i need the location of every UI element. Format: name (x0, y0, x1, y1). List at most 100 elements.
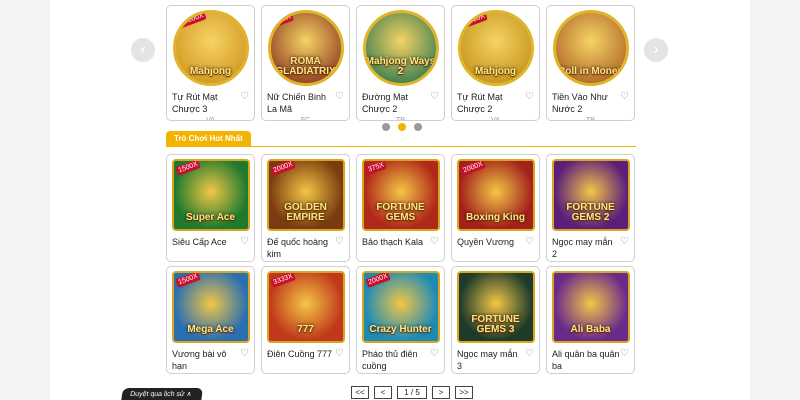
heart-icon[interactable]: ♡ (430, 91, 440, 103)
game-title: Ngọc may mắn 3 (457, 349, 518, 371)
game-title: Ali quân ba quân ba (552, 349, 620, 371)
section-header: Trò Chơi Hot Nhất (166, 131, 636, 147)
game-title: Đế quốc hoàng kim (267, 237, 329, 259)
multiplier-badge: 1500X (174, 273, 201, 288)
game-thumbnail[interactable]: 1500X Super Ace (171, 159, 250, 231)
multiplier-badge: 2000X (459, 161, 486, 176)
pagination: << < 1 / 5 > >> (351, 386, 473, 399)
game-logo-text: 777 (297, 324, 314, 335)
hot-game-card[interactable]: 2000X GOLDEN EMPIRE Đế quốc hoàng kim ♡ (261, 154, 350, 262)
game-thumbnail[interactable]: 10000X Mahjong (172, 10, 249, 86)
game-logo-text: Super Ace (185, 212, 236, 223)
carousel-game-card[interactable]: 200X ROMA GLADIATRIX Nữ Chiến Binh La Mã ♡ F… (261, 5, 350, 121)
game-title: Đường Mạt Chược 2 (362, 92, 408, 114)
carousel-dot[interactable] (382, 123, 390, 131)
game-title: Ngọc may mắn 2 (552, 237, 613, 259)
game-logo-text: Mahjong (189, 66, 232, 77)
game-title: Quyền Vương (457, 237, 514, 247)
game-thumbnail[interactable]: 375X FORTUNE GEMS (361, 159, 440, 231)
heart-icon[interactable]: ♡ (240, 91, 250, 103)
carousel-prev-button[interactable]: ‹ (131, 38, 155, 62)
game-title: Pháo thủ điên cuồng (362, 349, 418, 371)
carousel-dot[interactable] (398, 123, 406, 131)
multiplier-badge: 3333X (269, 273, 296, 288)
game-logo-text: Mahjong Ways 2 (365, 56, 436, 77)
heart-icon[interactable]: ♡ (525, 348, 535, 360)
game-thumbnail[interactable]: 200X ROMA GLADIATRIX (267, 10, 344, 86)
pagination-current-page: 1 / 5 (397, 386, 427, 399)
multiplier-badge: 10000X (176, 13, 207, 29)
game-thumbnail[interactable]: Mahjong Ways 2 (362, 10, 439, 86)
game-thumbnail[interactable]: 2000X Crazy Hunter (361, 271, 440, 343)
heart-icon[interactable]: ♡ (335, 236, 345, 248)
hot-game-card[interactable]: 1500X Super Ace Siêu Cấp Ace ♡ (166, 154, 255, 262)
game-title: Vương bài vô hạn (172, 349, 227, 371)
heart-icon[interactable]: ♡ (240, 236, 250, 248)
multiplier-badge: 375X (364, 161, 387, 176)
hot-game-card[interactable]: 1500X Mega Ace Vương bài vô hạn ♡ (166, 266, 255, 374)
hot-game-card[interactable]: 2000X Boxing King Quyền Vương ♡ (451, 154, 540, 262)
game-thumbnail[interactable]: FORTUNE GEMS 2 (551, 159, 630, 231)
game-logo-text: Roll in Money (558, 66, 623, 77)
multiplier-badge: 1500X (174, 161, 201, 176)
heart-icon[interactable]: ♡ (335, 91, 345, 103)
game-provider: TP (586, 117, 595, 121)
game-logo-text: Mega Ace (187, 324, 234, 335)
hot-game-card[interactable]: 2000X Crazy Hunter Pháo thủ điên cuồng ♡ (356, 266, 445, 374)
game-provider: FC (300, 117, 311, 121)
history-tab-button[interactable]: Duyệt qua lịch sử ∧ (121, 388, 203, 400)
carousel-dots (382, 123, 422, 131)
game-logo-text: Mahjong (474, 66, 517, 77)
game-thumbnail[interactable]: 2000X GOLDEN EMPIRE (266, 159, 345, 231)
multiplier-badge: 2000X (364, 273, 391, 288)
game-logo-text: ROMA GLADIATRIX (275, 56, 336, 77)
game-logo-text: FORTUNE GEMS 3 (471, 314, 520, 335)
game-thumbnail[interactable]: Roll in Money (552, 10, 629, 86)
heart-icon[interactable]: ♡ (335, 348, 345, 360)
heart-icon[interactable]: ♡ (620, 91, 630, 103)
game-thumbnail[interactable]: 8000X Mahjong (457, 10, 534, 86)
heart-icon[interactable]: ♡ (525, 91, 535, 103)
hot-game-card[interactable]: 375X FORTUNE GEMS Bảo thạch Kala ♡ (356, 154, 445, 262)
carousel-game-card[interactable]: 10000X Mahjong Tự Rút Mạt Chược 3 ♡ VA (166, 5, 255, 121)
pagination-prev-button[interactable]: < (374, 386, 392, 399)
game-logo-text: Boxing King (466, 212, 525, 223)
heart-icon[interactable]: ♡ (240, 348, 250, 360)
heart-icon[interactable]: ♡ (430, 348, 440, 360)
heart-icon[interactable]: ♡ (525, 236, 535, 248)
game-logo-text: Ali Baba (570, 324, 611, 335)
game-provider: VA (491, 117, 500, 121)
pagination-first-button[interactable]: << (351, 386, 369, 399)
carousel-game-card[interactable]: Roll in Money Tiền Vào Như Nước 2 ♡ TP (546, 5, 635, 121)
carousel-dot[interactable] (414, 123, 422, 131)
carousel-game-card[interactable]: 8000X Mahjong Tự Rút Mạt Chược 2 ♡ VA (451, 5, 540, 121)
pagination-last-button[interactable]: >> (455, 386, 473, 399)
multiplier-badge: 2000X (269, 161, 296, 176)
pagination-next-button[interactable]: > (432, 386, 450, 399)
game-logo-text: Crazy Hunter (369, 324, 432, 335)
game-title: Tự Rút Mạt Chược 2 (457, 92, 503, 114)
game-logo-text: GOLDEN EMPIRE (284, 202, 327, 223)
heart-icon[interactable]: ♡ (430, 236, 440, 248)
game-thumbnail[interactable]: Ali Baba (551, 271, 630, 343)
game-title: Nữ Chiến Binh La Mã (267, 92, 327, 114)
hot-game-card[interactable]: Ali Baba Ali quân ba quân ba ♡ (546, 266, 635, 374)
game-thumbnail[interactable]: 3333X 777 (266, 271, 345, 343)
carousel-game-card[interactable]: Mahjong Ways 2 Đường Mạt Chược 2 ♡ TP (356, 5, 445, 121)
game-title: Tự Rút Mạt Chược 3 (172, 92, 218, 114)
game-thumbnail[interactable]: 1500X Mega Ace (171, 271, 250, 343)
game-title: Tiền Vào Như Nước 2 (552, 92, 608, 114)
game-logo-text: FORTUNE GEMS (376, 202, 425, 223)
hot-game-card[interactable]: FORTUNE GEMS 2 Ngọc may mắn 2 ♡ (546, 154, 635, 262)
heart-icon[interactable]: ♡ (620, 348, 630, 360)
game-thumbnail[interactable]: 2000X Boxing King (456, 159, 535, 231)
game-thumbnail[interactable]: FORTUNE GEMS 3 (456, 271, 535, 343)
heart-icon[interactable]: ♡ (620, 236, 630, 248)
hot-game-card[interactable]: 3333X 777 Điên Cuồng 777 ♡ (261, 266, 350, 374)
hot-game-card[interactable]: FORTUNE GEMS 3 Ngọc may mắn 3 ♡ (451, 266, 540, 374)
multiplier-badge: 200X (271, 13, 294, 28)
carousel-next-button[interactable]: › (644, 38, 668, 62)
game-title: Siêu Cấp Ace (172, 237, 227, 247)
game-provider: TP (396, 117, 405, 121)
game-provider: VA (206, 117, 215, 121)
